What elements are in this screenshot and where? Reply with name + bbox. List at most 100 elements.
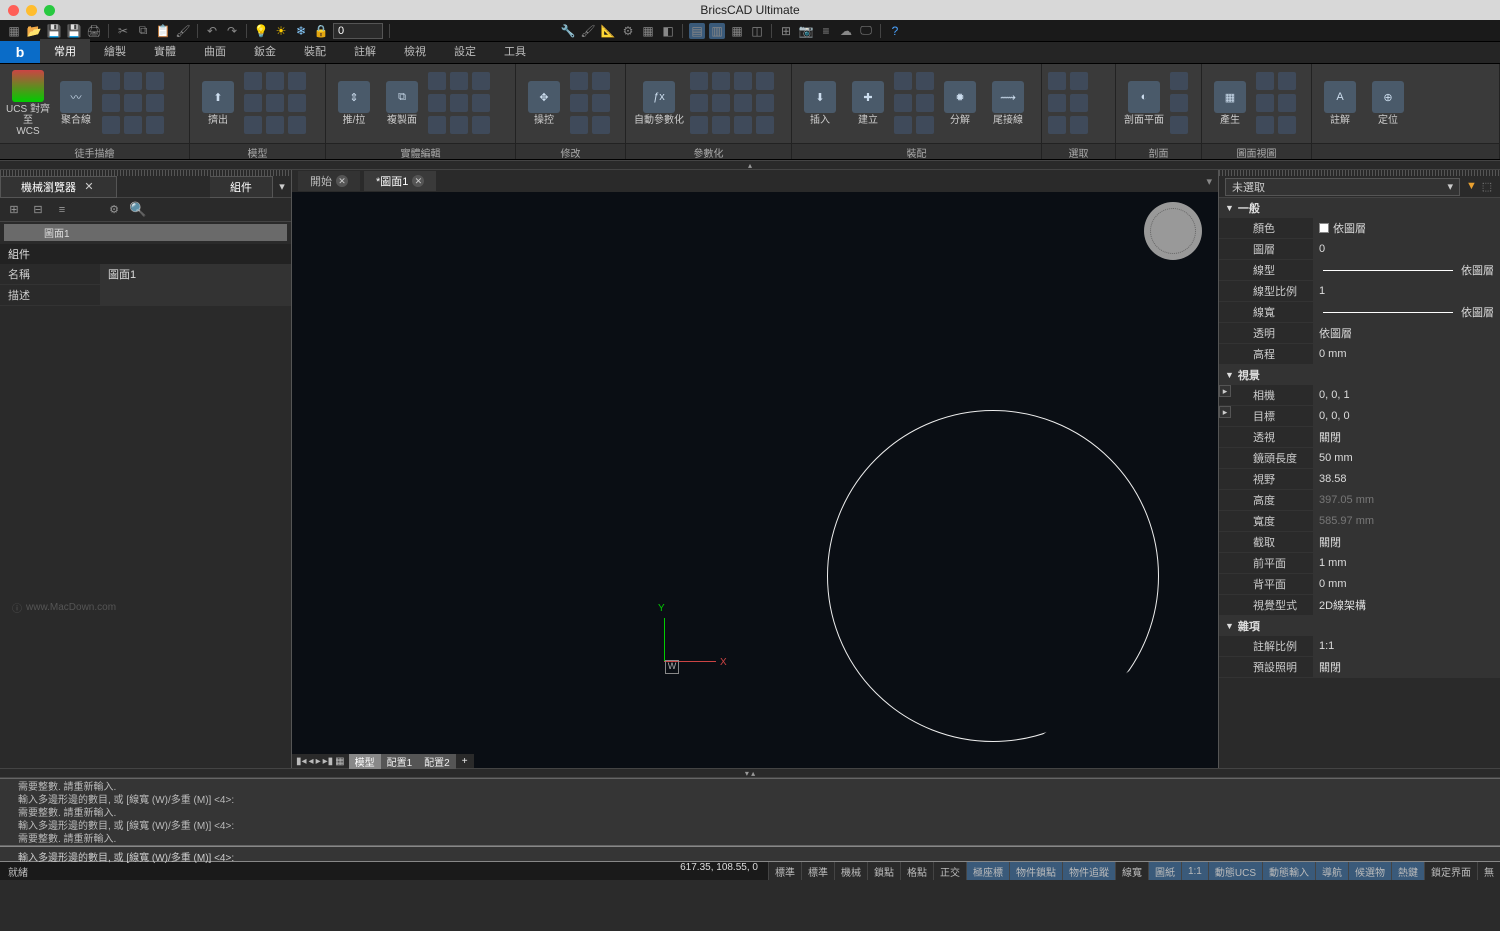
m2-icon[interactable] [570,94,588,112]
tab-assembly[interactable]: 裝配 [290,39,340,63]
panel-collapse[interactable]: ▾ ▴ [0,768,1500,778]
tab-settings[interactable]: 設定 [440,39,490,63]
se5-icon[interactable] [450,94,468,112]
cloud-icon[interactable]: ☁ [838,23,854,39]
close-icon[interactable]: ✕ [82,180,96,194]
prop-value[interactable]: 關閉 [1313,657,1500,677]
p8-icon[interactable] [734,94,752,112]
a5-icon[interactable] [916,94,934,112]
status-toggle[interactable]: 線寬 [1115,862,1148,880]
status-toggle[interactable]: 物件鎖點 [1009,862,1062,880]
tab-mechbrowser[interactable]: 機械瀏覽器✕ [0,176,117,198]
doc-tab-drawing1[interactable]: *圖面1✕ [364,171,436,191]
a2-icon[interactable] [894,94,912,112]
autoparam-button[interactable]: ƒx自動參數化 [632,67,686,141]
status-toggle[interactable]: 極座標 [966,862,1009,880]
prop-value[interactable]: 關閉 [1313,427,1500,447]
tab-overflow-icon[interactable]: ▾ [1206,175,1212,188]
torus-icon[interactable] [266,94,284,112]
tab-draw[interactable]: 繪製 [90,39,140,63]
tab-surface[interactable]: 曲面 [190,39,240,63]
layout-model[interactable]: 模型 [349,754,381,769]
rev-icon[interactable] [146,94,164,112]
tool-icon[interactable]: 🔧 [560,23,576,39]
ribbon-collapse[interactable]: ▴ [0,160,1500,170]
expand-icon[interactable]: ▸ [1219,385,1231,397]
layers-icon[interactable]: ≡ [818,23,834,39]
prop-value[interactable]: 依圖層 [1313,260,1500,280]
s4-icon[interactable] [1070,72,1088,90]
extrude-button[interactable]: ⬆擠出 [196,67,240,141]
cyl-icon[interactable] [244,94,262,112]
se8-icon[interactable] [472,94,490,112]
tree-item[interactable]: 圖面1 [4,224,287,241]
line-icon[interactable] [102,72,120,90]
wedge-icon[interactable] [266,116,284,134]
dv1-icon[interactable] [1256,72,1274,90]
prop-category[interactable]: ▼ 一般 [1219,198,1500,218]
panel4-icon[interactable]: ◫ [749,23,765,39]
lock-icon[interactable]: 🔒 [313,23,329,39]
p5-icon[interactable] [712,94,730,112]
insert-button[interactable]: ⬇插入 [798,67,842,141]
next-icon[interactable]: ▸ [316,756,321,767]
prop-value[interactable]: 38.58 [1313,469,1500,489]
status-toggle[interactable]: 標準 [801,862,834,880]
prop-value[interactable]: 0, 0, 0 [1313,406,1500,426]
status-toggle[interactable]: 正交 [933,862,966,880]
prop-value[interactable]: 585.97 mm [1313,511,1500,531]
panel3-icon[interactable]: ▦ [729,23,745,39]
brush-icon[interactable]: 🖌 [580,23,596,39]
first-icon[interactable]: ▮◂ [296,756,307,767]
tool3-icon[interactable]: ▦ [640,23,656,39]
layer-combo[interactable]: 0 [333,23,383,39]
sc3-icon[interactable] [1170,116,1188,134]
tab-view[interactable]: 檢視 [390,39,440,63]
layout-1[interactable]: 配置1 [381,754,419,769]
copy-icon[interactable]: ⧉ [135,23,151,39]
lt2-icon[interactable]: ⊟ [30,202,46,218]
sphere-icon[interactable] [266,72,284,90]
expand-icon[interactable]: ▸ [1219,406,1231,418]
canvas[interactable]: 開始✕ *圖面1✕ ▾ W Y X ▮◂ ◂ ▸ ▸▮ ▦ 模型 配 [292,170,1218,768]
print-icon[interactable]: 🖨 [86,23,102,39]
zoom-window-icon[interactable] [44,5,55,16]
poly-icon[interactable] [146,72,164,90]
status-toggle[interactable]: 動態輸入 [1262,862,1315,880]
filter-icon[interactable]: ▼ [1466,180,1480,194]
se4-icon[interactable] [450,72,468,90]
dv4-icon[interactable] [1278,72,1296,90]
prop-value[interactable]: 1 [1313,281,1500,301]
ellipse-icon[interactable] [124,94,142,112]
tab-home[interactable]: 常用 [40,39,90,63]
doc-tab-start[interactable]: 開始✕ [298,171,360,191]
tab-component[interactable]: 組件 [210,176,273,198]
prop-val[interactable]: 圖面1 [100,264,291,284]
copyface-button[interactable]: ⧉複製面 [380,67,424,141]
se7-icon[interactable] [472,72,490,90]
prop-value[interactable]: 依圖層 [1313,323,1500,343]
save-icon[interactable]: 💾 [46,23,62,39]
cone-icon[interactable] [244,116,262,134]
tab-tools[interactable]: 工具 [490,39,540,63]
prop-category[interactable]: ▼ 視景 [1219,365,1500,385]
tool2-icon[interactable]: ⚙ [620,23,636,39]
layout-2[interactable]: 配置2 [418,754,456,769]
dropdown-icon[interactable]: ▾ [273,180,291,193]
s1-icon[interactable] [1048,72,1066,90]
explode-button[interactable]: ✹分解 [938,67,982,141]
p3-icon[interactable] [690,116,708,134]
status-toggle[interactable]: 機械 [834,862,867,880]
prev-icon[interactable]: ◂ [309,756,314,767]
status-toggle[interactable]: 鎖定界面 [1424,862,1477,880]
dv3-icon[interactable] [1256,116,1274,134]
layout-add[interactable]: + [456,756,474,767]
status-toggle[interactable]: 圖紙 [1148,862,1181,880]
s3-icon[interactable] [1048,116,1066,134]
prop-value[interactable]: 1 mm [1313,553,1500,573]
sectionplane-button[interactable]: ◐剖面平面 [1122,67,1166,141]
open-icon[interactable]: 📂 [26,23,42,39]
prop-value[interactable]: 依圖層 [1313,218,1500,238]
status-toggle[interactable]: 無 [1477,862,1500,880]
trail-button[interactable]: ⟿尾接線 [986,67,1030,141]
